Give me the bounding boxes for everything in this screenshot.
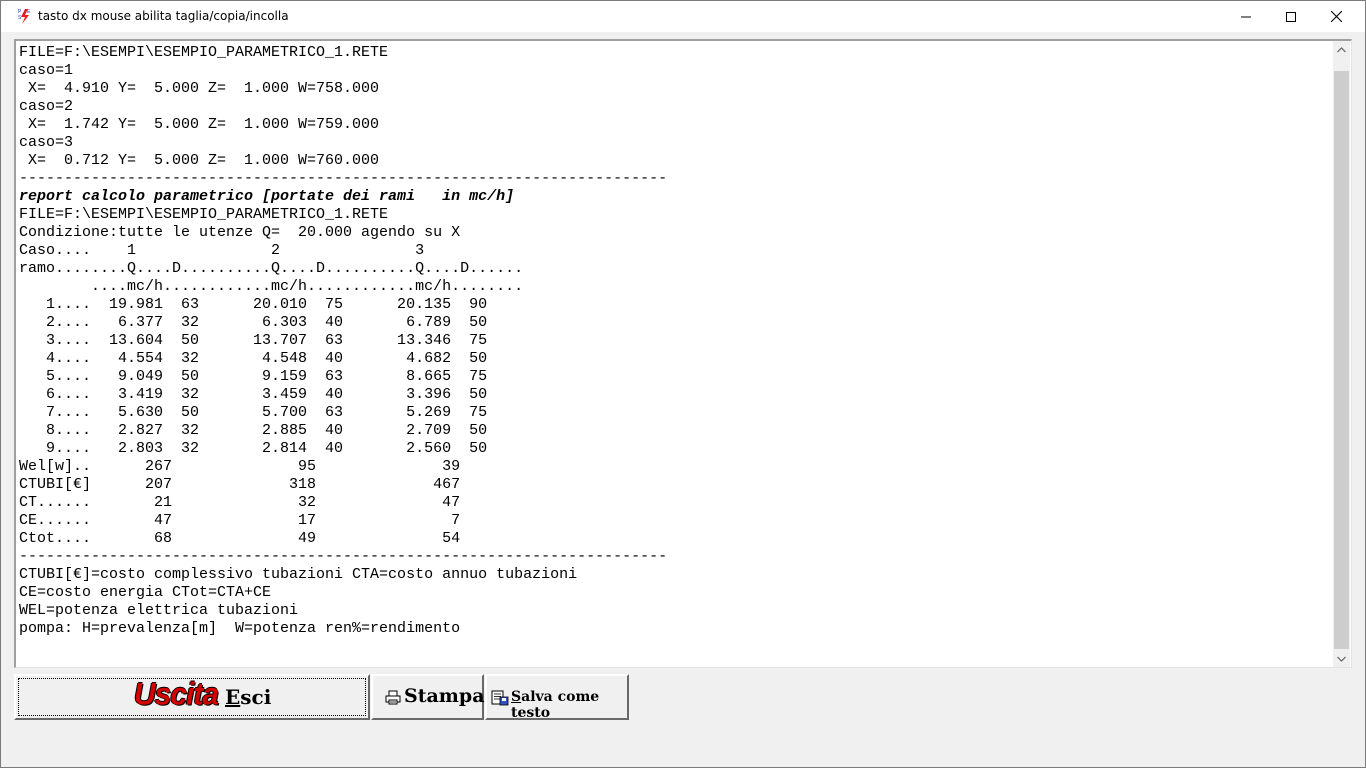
- report-line: caso=2: [19, 98, 74, 115]
- pse-app-icon: P E S: [17, 7, 33, 25]
- report-line: 6.... 3.419 32 3.459 40 3.396 50: [19, 386, 488, 403]
- report-line: FILE=F:\ESEMPI\ESEMPIO_PARAMETRICO_1.RET…: [19, 44, 389, 61]
- report-text-area[interactable]: FILE=F:\ESEMPI\ESEMPIO_PARAMETRICO_1.RET…: [14, 39, 1352, 668]
- exit-button[interactable]: Uscita Esci: [14, 674, 370, 720]
- report-line: 8.... 2.827 32 2.885 40 2.709 50: [19, 422, 488, 439]
- report-line: 1.... 19.981 63 20.010 75 20.135 90: [19, 296, 488, 313]
- report-line: CTUBI[€]=costo complessivo tubazioni CTA…: [19, 566, 578, 583]
- maximize-button[interactable]: [1268, 1, 1314, 32]
- report-line: caso=3: [19, 134, 74, 151]
- report-line: X= 1.742 Y= 5.000 Z= 1.000 W=759.000: [19, 116, 380, 133]
- report-line: Condizione:tutte le utenze Q= 20.000 age…: [19, 224, 461, 241]
- chevron-down-icon: [1337, 656, 1346, 662]
- report-line: 2.... 6.377 32 6.303 40 6.789 50: [19, 314, 488, 331]
- print-button-label: Stampa: [404, 685, 485, 707]
- report-line: 7.... 5.630 50 5.700 63 5.269 75: [19, 404, 488, 421]
- uscita-logo: Uscita: [134, 677, 219, 712]
- report-line: Wel[w].. 267 95 39: [19, 458, 461, 475]
- minimize-button[interactable]: [1223, 1, 1269, 32]
- save-as-text-label: Salva come testo: [511, 689, 600, 721]
- report-line: ramo........Q....D..........Q....D......…: [19, 260, 524, 277]
- window-title: tasto dx mouse abilita taglia/copia/inco…: [38, 9, 289, 23]
- report-line: ----------------------------------------…: [19, 548, 668, 565]
- report-content[interactable]: FILE=F:\ESEMPI\ESEMPIO_PARAMETRICO_1.RET…: [19, 44, 667, 638]
- close-button[interactable]: [1313, 1, 1359, 32]
- close-icon: [1330, 11, 1342, 22]
- print-button[interactable]: Stampa: [371, 674, 485, 720]
- title-bar[interactable]: P E S tasto dx mouse abilita taglia/copi…: [1, 1, 1365, 32]
- report-line: 9.... 2.803 32 2.814 40 2.560 50: [19, 440, 488, 457]
- scroll-down-button[interactable]: [1333, 650, 1350, 667]
- report-line: 4.... 4.554 32 4.548 40 4.682 50: [19, 350, 488, 367]
- report-line: ....mc/h............mc/h............mc/h…: [19, 278, 524, 295]
- report-line: CT...... 21 32 47: [19, 494, 461, 511]
- report-line: CTUBI[€] 207 318 467: [19, 476, 461, 493]
- report-line: X= 0.712 Y= 5.000 Z= 1.000 W=760.000: [19, 152, 380, 169]
- vertical-scrollbar[interactable]: [1333, 41, 1350, 667]
- minimize-icon: [1241, 16, 1251, 17]
- svg-text:E: E: [27, 9, 31, 15]
- report-line: X= 4.910 Y= 5.000 Z= 1.000 W=758.000: [19, 80, 380, 97]
- report-line: FILE=F:\ESEMPI\ESEMPIO_PARAMETRICO_1.RET…: [19, 206, 389, 223]
- report-line: caso=1: [19, 62, 74, 79]
- report-line: ----------------------------------------…: [19, 170, 668, 187]
- scroll-up-button[interactable]: [1333, 41, 1350, 58]
- save-as-text-button[interactable]: Salva come testo: [485, 674, 629, 721]
- report-line: Caso.... 1 2 3: [19, 242, 425, 259]
- report-line: 5.... 9.049 50 9.159 63 8.665 75: [19, 368, 488, 385]
- report-line: WEL=potenza elettrica tubazioni: [19, 602, 299, 619]
- maximize-icon: [1286, 11, 1296, 22]
- report-line: CE...... 47 17 7: [19, 512, 461, 529]
- report-line: CE=costo energia CTot=CTA+CE: [19, 584, 272, 601]
- report-line: Ctot.... 68 49 54: [19, 530, 461, 547]
- report-line: pompa: H=prevalenza[m] W=potenza ren%=re…: [19, 620, 461, 637]
- chevron-up-icon: [1337, 46, 1346, 52]
- svg-text:S: S: [18, 15, 22, 21]
- exit-button-label: Esci: [225, 685, 272, 709]
- scroll-thumb[interactable]: [1334, 71, 1349, 649]
- save-document-icon: [491, 690, 509, 710]
- app-window: P E S tasto dx mouse abilita taglia/copi…: [0, 0, 1366, 768]
- report-line: 3.... 13.604 50 13.707 63 13.346 75: [19, 332, 488, 349]
- printer-icon: [385, 690, 401, 709]
- report-line: report calcolo parametrico [portate dei …: [19, 188, 515, 205]
